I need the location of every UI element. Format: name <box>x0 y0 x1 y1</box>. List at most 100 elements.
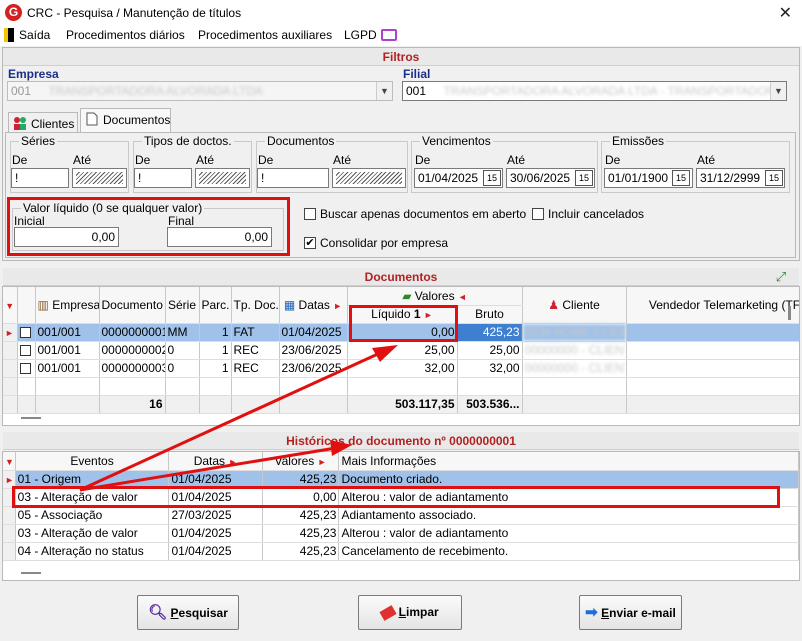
limpar-button[interactable]: Limpar <box>358 595 462 630</box>
chevron-down-icon[interactable]: ▼ <box>770 82 786 100</box>
series-title: Séries <box>19 134 58 148</box>
cell-tp-doc: REC <box>231 359 280 378</box>
menu-procedimentos-diarios[interactable]: Procedimentos diários <box>66 28 185 42</box>
cell-tp-doc: REC <box>231 341 280 360</box>
col-empresa[interactable]: ▥ Empresa <box>35 287 100 324</box>
row-checkbox[interactable] <box>17 323 36 342</box>
eraser-icon <box>379 604 397 621</box>
consolidar-checkbox[interactable]: ✔ <box>304 237 316 249</box>
tab-clientes[interactable]: Clientes <box>8 112 78 132</box>
calendar-icon[interactable]: 15 <box>672 170 690 186</box>
table-row[interactable]: 001/001 0000000003 0 1 REC 23/06/2025 32… <box>3 359 799 378</box>
cell-evento: 03 - Alteração de valor <box>15 524 170 543</box>
enviar-label: nviar e-mail <box>609 606 676 620</box>
filial-combo[interactable]: 001 TRANSPORTADORA ALVORADA LTDA - TRANS… <box>402 81 787 101</box>
emissoes-de-label: De <box>605 153 621 167</box>
vencimentos-de-value: 01/04/2025 <box>418 171 479 185</box>
document-icon <box>86 112 98 126</box>
list-item[interactable]: 03 - Alteração de valor 01/04/2025 425,2… <box>3 524 799 543</box>
pesquisar-mnemonic: P <box>170 606 179 620</box>
cell-liquido: 25,00 <box>347 341 458 360</box>
chevron-down-icon[interactable]: ▼ <box>376 82 392 100</box>
cancelados-label: Incluir cancelados <box>548 207 645 221</box>
series-ate-input[interactable] <box>72 168 127 188</box>
scrollbar-horizontal[interactable] <box>21 572 41 574</box>
scrollbar-horizontal[interactable] <box>21 417 41 419</box>
documentos-de-input[interactable]: ! <box>257 168 329 188</box>
pesquisar-button[interactable]: 🔍︎ Pesquisar <box>137 595 239 630</box>
col-valores[interactable]: Valores ► <box>262 452 340 471</box>
series-de-input[interactable]: ! <box>11 168 69 188</box>
cell-liquido: 32,00 <box>347 359 458 378</box>
calendar-icon[interactable]: 15 <box>483 170 501 186</box>
col-valores-label: Valores <box>414 288 455 303</box>
empresa-combo[interactable]: 001 TRANSPORTADORA ALVORADA LTDA ▼ <box>7 81 393 101</box>
cell-documento: 0000000003 <box>99 359 166 378</box>
cell-info: Adiantamento associado. <box>338 506 799 525</box>
history-grid: ▼ Eventos Datas ► Valores ► Mais Informa… <box>2 451 800 581</box>
col-cliente[interactable]: ♟ Cliente <box>522 287 627 324</box>
em-aberto-checkbox[interactable] <box>304 208 316 220</box>
search-icon: 🔍︎ <box>148 604 168 621</box>
monitor-icon[interactable] <box>381 29 397 41</box>
col-bruto[interactable]: Bruto <box>457 305 523 324</box>
menu-bar: Saída Procedimentos diários Procedimento… <box>0 26 802 46</box>
grid-corner: ▼ <box>3 452 16 471</box>
cell-cliente: SEM NOME CLIENTE <box>522 323 627 342</box>
cell-valor: 425,23 <box>262 542 340 561</box>
cell-evento: 05 - Associação <box>15 506 170 525</box>
filial-code: 001 <box>406 84 427 98</box>
emissoes-ate-value: 31/12/2999 <box>700 171 761 185</box>
empresa-name: TRANSPORTADORA ALVORADA LTDA <box>48 84 263 98</box>
table-row-empty <box>3 377 799 396</box>
cancelados-checkbox[interactable] <box>532 208 544 220</box>
cell-empresa: 001/001 <box>35 359 100 378</box>
cell-cliente: 00000000 - CLIENTE <box>522 359 627 378</box>
window-title: CRC - Pesquisa / Manutenção de títulos <box>27 6 242 20</box>
col-vendedor[interactable]: Vendedor Telemarketing (TF <box>626 287 799 324</box>
tipos-ate-input[interactable] <box>195 168 250 188</box>
tab-documentos[interactable]: Documentos <box>80 108 171 133</box>
col-serie[interactable]: Série <box>165 287 200 324</box>
row-indicator <box>3 542 16 561</box>
vencimentos-ate-label: Até <box>507 153 526 167</box>
empresa-code: 001 <box>11 84 32 98</box>
col-cliente-label: Cliente <box>562 297 600 312</box>
cell-data: 23/06/2025 <box>279 341 348 360</box>
col-tp-doc[interactable]: Tp. Doc. <box>231 287 280 324</box>
col-valores[interactable]: ▰ Valores ◄ <box>347 287 523 306</box>
col-datas[interactable]: ▦ Datas ► <box>279 287 348 324</box>
cell-vendedor <box>626 341 799 360</box>
table-row[interactable]: 001/001 0000000002 0 1 REC 23/06/2025 25… <box>3 341 799 360</box>
app-logo-icon: G <box>5 4 22 21</box>
col-datas-label: Datas <box>298 297 330 312</box>
list-item[interactable]: 05 - Associação 27/03/2025 425,23 Adiant… <box>3 506 799 525</box>
documentos-ate-input[interactable] <box>332 168 406 188</box>
money-icon: ▰ <box>402 288 412 303</box>
expand-arrows-icon[interactable]: ⤢ <box>773 269 789 285</box>
building-icon: ▥ <box>37 297 49 312</box>
calendar-icon[interactable]: 15 <box>575 170 593 186</box>
close-icon[interactable]: ✕ <box>779 3 792 23</box>
row-indicator <box>3 341 18 360</box>
row-checkbox[interactable] <box>17 359 36 378</box>
scrollbar-vertical[interactable] <box>788 306 791 320</box>
col-datas[interactable]: Datas ► <box>168 452 263 471</box>
tipos-de-input[interactable]: ! <box>134 168 192 188</box>
col-info[interactable]: Mais Informações <box>338 452 799 471</box>
enviar-email-button[interactable]: ➡ Enviar e-mail <box>579 595 682 630</box>
calendar-icon[interactable]: 15 <box>765 170 783 186</box>
col-parc[interactable]: Parc. <box>199 287 232 324</box>
row-checkbox[interactable] <box>17 341 36 360</box>
list-item[interactable]: 04 - Alteração no status 01/04/2025 425,… <box>3 542 799 561</box>
col-eventos[interactable]: Eventos <box>15 452 170 471</box>
cell-info: Alterou : valor de adiantamento <box>338 524 799 543</box>
menu-lgpd[interactable]: LGPD <box>344 28 377 42</box>
menu-saida[interactable]: Saída <box>19 28 50 42</box>
history-header: Históricos do documento nº 0000000001 <box>3 432 799 450</box>
menu-procedimentos-auxiliares[interactable]: Procedimentos auxiliares <box>198 28 332 42</box>
cell-parc: 1 <box>199 323 232 342</box>
documentos-ate-label: Até <box>333 153 352 167</box>
empresa-label: Empresa <box>8 67 59 81</box>
col-documento[interactable]: Documento <box>99 287 166 324</box>
